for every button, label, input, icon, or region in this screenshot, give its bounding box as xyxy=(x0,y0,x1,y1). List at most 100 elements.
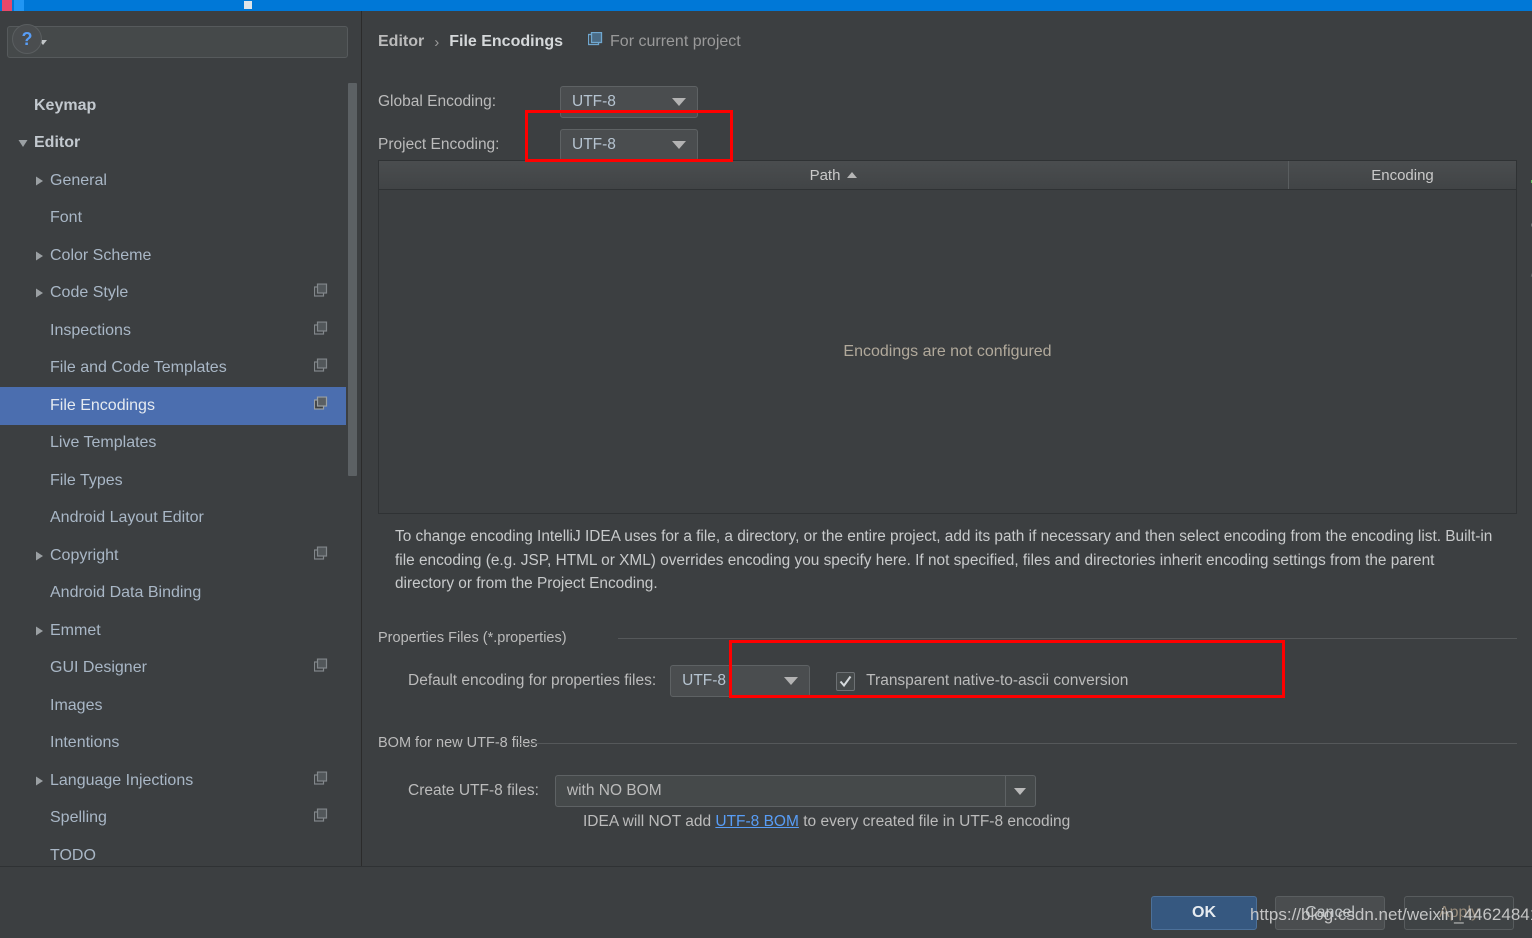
chevron-down-icon xyxy=(672,98,686,106)
search-input[interactable] xyxy=(48,34,347,50)
sidebar-scrollbar-thumb[interactable] xyxy=(348,83,357,476)
chevron-down-icon xyxy=(784,677,799,685)
bom-create-combo[interactable]: with NO BOM xyxy=(554,775,1036,807)
properties-encoding-combo[interactable]: UTF-8 xyxy=(670,665,811,697)
breadcrumb-separator: › xyxy=(434,33,440,51)
sidebar-item-label: Code Style xyxy=(50,284,129,302)
project-encoding-combo[interactable]: UTF-8 xyxy=(560,129,698,161)
help-button[interactable]: ? xyxy=(12,24,42,54)
transparent-conversion-label: Transparent native-to-ascii conversion xyxy=(866,672,1129,689)
sidebar-item-live-templates[interactable]: Live Templates xyxy=(0,425,346,463)
breadcrumb-root[interactable]: Editor xyxy=(378,33,424,51)
add-icon xyxy=(1529,171,1532,197)
sidebar-item-inspections[interactable]: Inspections xyxy=(0,312,346,350)
column-header-path[interactable]: Path xyxy=(379,161,1288,189)
encodings-table-toolbar xyxy=(1518,160,1532,514)
properties-section-divider xyxy=(618,638,1517,639)
sidebar-item-label: Images xyxy=(50,696,103,714)
project-scope-label: For current project xyxy=(610,33,741,50)
sidebar-item-code-style[interactable]: Code Style xyxy=(0,275,346,313)
tree-toggle-collapsed-icon[interactable] xyxy=(28,550,50,562)
column-header-path-label: Path xyxy=(809,166,841,184)
global-encoding-row: Global Encoding: UTF-8 xyxy=(378,86,698,118)
bom-create-value: with NO BOM xyxy=(566,782,662,799)
tree-toggle-collapsed-icon[interactable] xyxy=(28,250,50,262)
sidebar-item-android-data-binding[interactable]: Android Data Binding xyxy=(0,575,346,613)
remove-encoding-button[interactable] xyxy=(1518,207,1532,247)
edit-encoding-button[interactable] xyxy=(1518,250,1532,290)
tree-toggle-collapsed-icon[interactable] xyxy=(28,625,50,637)
bom-hint-prefix: IDEA will NOT add xyxy=(583,813,716,830)
breadcrumb-current: File Encodings xyxy=(449,33,564,50)
empty-state-message: Encodings are not configured xyxy=(843,342,1052,360)
encodings-table-header: Path Encoding xyxy=(379,161,1516,190)
sidebar-item-general[interactable]: General xyxy=(0,162,346,200)
bom-create-label: Create UTF-8 files: xyxy=(408,782,539,799)
search-box[interactable] xyxy=(7,26,348,58)
project-scope-icon xyxy=(587,31,603,52)
sidebar-item-font[interactable]: Font xyxy=(0,200,346,238)
sidebar-item-file-and-code-templates[interactable]: File and Code Templates xyxy=(0,350,346,388)
encodings-table-body: Encodings are not configured xyxy=(379,190,1516,513)
sidebar-item-spelling[interactable]: Spelling xyxy=(0,800,346,838)
sidebar-item-copyright[interactable]: Copyright xyxy=(0,537,346,575)
sidebar-item-label: Android Layout Editor xyxy=(50,509,204,527)
sidebar-item-label: Live Templates xyxy=(50,434,157,452)
sidebar-item-file-types[interactable]: File Types xyxy=(0,462,346,500)
sidebar-item-language-injections[interactable]: Language Injections xyxy=(0,762,346,800)
sidebar-item-label: Spelling xyxy=(50,809,107,827)
project-scope-icon xyxy=(313,283,328,303)
sidebar-item-intentions[interactable]: Intentions xyxy=(0,725,346,763)
chevron-down-icon[interactable] xyxy=(1004,776,1035,806)
titlebar-marker-red xyxy=(2,0,12,11)
utf8-bom-link[interactable]: UTF-8 BOM xyxy=(715,813,799,830)
project-scope-icon xyxy=(313,396,328,415)
tree-toggle-expanded-icon[interactable] xyxy=(12,137,34,149)
sidebar-item-emmet[interactable]: Emmet xyxy=(0,612,346,650)
tree-toggle-collapsed-icon[interactable] xyxy=(28,175,50,187)
sidebar-item-label: Editor xyxy=(34,134,81,152)
sidebar-item-gui-designer[interactable]: GUI Designer xyxy=(0,650,346,688)
project-encoding-row: Project Encoding: UTF-8 xyxy=(378,129,698,161)
properties-encoding-row: Default encoding for properties files: U… xyxy=(408,665,1128,697)
encodings-table: Path Encoding Encodings are not configur… xyxy=(378,160,1517,514)
sidebar-item-label: Font xyxy=(50,209,83,227)
settings-sidebar: Keymap Editor General Font Color Scheme Code … xyxy=(0,11,362,866)
bom-hint: IDEA will NOT add UTF-8 BOM to every cre… xyxy=(583,813,1070,831)
tree-toggle-collapsed-icon[interactable] xyxy=(28,287,50,299)
remove-icon xyxy=(1529,214,1532,240)
sidebar-item-label: Intentions xyxy=(50,734,120,752)
properties-encoding-label: Default encoding for properties files: xyxy=(408,672,657,689)
sidebar-item-keymap[interactable]: Keymap xyxy=(0,87,346,125)
column-header-encoding[interactable]: Encoding xyxy=(1288,161,1516,189)
transparent-conversion-checkbox-row[interactable]: Transparent native-to-ascii conversion xyxy=(836,671,1129,691)
watermark-text: https://blog.csdn.net/weixin_44624841 xyxy=(1250,905,1532,924)
add-encoding-button[interactable] xyxy=(1518,164,1532,204)
project-scope-icon xyxy=(313,546,328,565)
sidebar-item-label: File and Code Templates xyxy=(50,359,227,377)
ok-button[interactable]: OK xyxy=(1151,896,1257,930)
sidebar-item-label: Inspections xyxy=(50,321,131,339)
project-scope-icon xyxy=(313,321,328,340)
sidebar-item-label: General xyxy=(50,171,107,189)
global-encoding-value: UTF-8 xyxy=(572,93,616,110)
sidebar-item-label: Color Scheme xyxy=(50,246,152,264)
breadcrumb: Editor › File Encodings For current proj… xyxy=(378,31,741,52)
sidebar-item-android-layout-editor[interactable]: Android Layout Editor xyxy=(0,500,346,538)
bom-section-divider xyxy=(518,743,1517,744)
chevron-down-icon xyxy=(672,141,686,149)
tree-toggle-collapsed-icon[interactable] xyxy=(28,775,50,787)
project-encoding-value: UTF-8 xyxy=(572,136,616,153)
global-encoding-combo[interactable]: UTF-8 xyxy=(560,86,698,118)
project-scope-icon xyxy=(313,771,328,790)
sidebar-item-label: Emmet xyxy=(50,621,101,639)
transparent-conversion-checkbox[interactable] xyxy=(836,671,856,691)
project-scope-icon xyxy=(313,808,328,828)
sidebar-item-color-scheme[interactable]: Color Scheme xyxy=(0,237,346,275)
sidebar-item-label: File Types xyxy=(50,471,123,489)
sidebar-item-label: Keymap xyxy=(34,96,97,114)
sidebar-item-editor[interactable]: Editor xyxy=(0,125,346,163)
global-encoding-label: Global Encoding: xyxy=(378,93,497,110)
sidebar-item-file-encodings[interactable]: File Encodings xyxy=(0,387,346,425)
sidebar-item-images[interactable]: Images xyxy=(0,687,346,725)
